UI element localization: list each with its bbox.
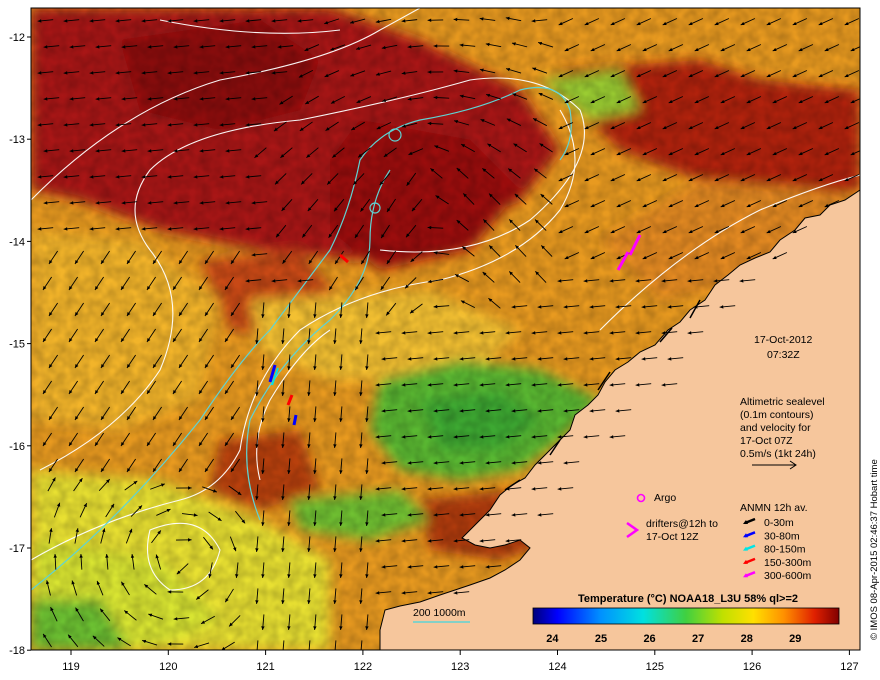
legend-argo-label: Argo [654,492,676,504]
anmn-legend-label: 150-300m [764,557,812,569]
anmn-legend-label: 300-600m [764,570,812,582]
lon-tick-label: 121 [256,661,274,673]
altimetry-line: 0.5m/s (1kt 24h) [740,448,816,460]
sst-field [31,8,860,650]
timestamp-time: 07:32Z [767,349,800,361]
lat-tick-label: -14 [9,236,25,248]
lon-tick-label: 123 [451,661,469,673]
legend-drifters-line2: 17-Oct 12Z [646,531,699,543]
timestamp-date: 17-Oct-2012 [754,334,813,346]
altimetry-line: (0.1m contours) [740,409,814,421]
colorbar-ramp [532,607,840,625]
colorbar-tick-label: 29 [789,633,801,645]
altimetry-line: and velocity for [740,422,811,434]
anmn-legend-label: 30-80m [764,530,800,542]
colorbar-tick-label: 25 [595,633,607,645]
longitude-axis: 119 120 121 122 123 124 125 126 127 [62,650,859,673]
latitude-axis: -12 -13 -14 -15 -16 -17 -18 [9,32,31,657]
anmn-legend-label: 80-150m [764,544,806,556]
altimetry-line: Altimetric sealevel [740,396,825,408]
lat-tick-label: -15 [9,339,25,351]
colorbar-tick-label: 26 [643,633,655,645]
lon-tick-label: 122 [354,661,372,673]
lat-tick-label: -18 [9,645,25,657]
lon-tick-label: 126 [743,661,761,673]
lat-tick-label: -16 [9,441,25,453]
lat-tick-label: -17 [9,543,25,555]
legend-isobath-label: 200 1000m [413,607,466,619]
lat-tick-label: -13 [9,134,25,146]
lon-tick-label: 127 [840,661,858,673]
lon-tick-label: 119 [62,661,80,673]
lon-tick-label: 125 [646,661,664,673]
legend-drifters-line1: drifters@12h to [646,518,718,530]
anmn-legend-label: 0-30m [764,517,794,529]
legend-anmn-title: ANMN 12h av. [740,502,808,514]
sst-map: 119 120 121 122 123 124 125 126 127 -12 -13 -14 -15… [9,7,880,673]
colorbar-tick-label: 27 [692,633,704,645]
colorbar-tick-label: 28 [741,633,753,645]
altimetry-line: 17-Oct 07Z [740,435,793,447]
lat-tick-label: -12 [9,32,25,44]
colorbar-title: Temperature (°C) NOAA18_L3U 58% ql>=2 [578,593,798,605]
credit-text: © IMOS 08-Apr-2015 02:46:37 Hobart time [869,459,880,640]
lon-tick-label: 124 [548,661,566,673]
colorbar-tick-label: 24 [546,633,559,645]
lon-tick-label: 120 [159,661,177,673]
